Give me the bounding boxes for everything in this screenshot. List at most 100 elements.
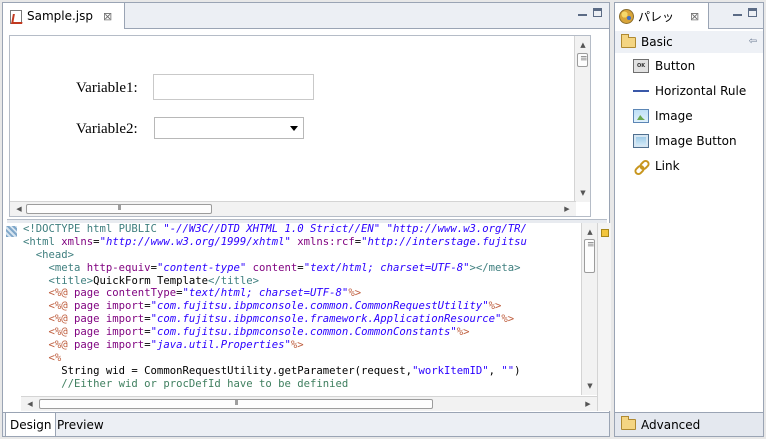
source-token: <% [23, 351, 62, 364]
drawer-basic[interactable]: Basic ⇦ [615, 31, 763, 53]
scroll-up-icon[interactable]: ▲ [583, 225, 597, 239]
palette-tab-bar: パレッ ⊠ [615, 3, 763, 29]
source-line[interactable]: <html xmlns="http://www.w3.org/1999/xhtm… [23, 236, 581, 249]
source-line[interactable]: String wid = CommonRequestUtility.getPar… [23, 365, 581, 378]
source-token: "text/html; charset=UTF-8" [182, 287, 349, 300]
source-token: <%@ [23, 313, 75, 326]
source-line[interactable]: <title>QuickForm Template</title> [23, 275, 581, 288]
source-token: "workItemID" [412, 364, 489, 377]
source-token: "content-type" [156, 261, 247, 274]
source-line[interactable]: <% [23, 352, 581, 365]
source-token: "http://www.w3.org/TR/ [386, 223, 527, 235]
source-token: "http://interstage.fujitsu [361, 235, 527, 248]
tab-preview[interactable]: Preview [53, 413, 108, 436]
palette-item-label: Image Button [655, 134, 737, 148]
tab-palette[interactable]: パレッ ⊠ [615, 3, 709, 29]
design-view[interactable]: Variable1: Variable2: ▲ ▼ ◀ ▶ [9, 35, 591, 217]
maximize-icon[interactable] [747, 7, 758, 18]
palette-item-label: Horizontal Rule [655, 84, 747, 98]
source-line[interactable]: <%@ page import="com.fujitsu.ibpmconsole… [23, 313, 581, 326]
scroll-right-icon[interactable]: ▶ [560, 202, 574, 216]
source-vscroll-thumb[interactable] [584, 239, 595, 273]
tab-label: Sample.jsp [27, 9, 94, 23]
source-token: "-//W3C//DTD XHTML 1.0 Strict//EN" [163, 223, 381, 235]
variable1-input[interactable] [153, 74, 314, 100]
tab-sample-jsp[interactable]: Sample.jsp ⊠ [3, 3, 125, 29]
source-line[interactable]: <!DOCTYPE html PUBLIC "-//W3C//DTD XHTML… [23, 223, 581, 236]
source-token: <title> [23, 274, 94, 287]
palette-item-image[interactable]: Image [633, 106, 693, 126]
quick-diff-marker-icon [6, 226, 17, 237]
source-line[interactable]: <%@ page import="java.util.Properties"%> [23, 339, 581, 352]
jsp-file-icon [8, 9, 23, 24]
minimize-icon[interactable] [732, 7, 743, 18]
maximize-icon[interactable] [592, 7, 603, 18]
editor-panel: Sample.jsp ⊠ Variable1: Variable2: ▲ ▼ ◀… [2, 2, 611, 437]
source-token: import [105, 300, 145, 313]
design-horizontal-scrollbar[interactable]: ◀ ▶ [10, 201, 576, 216]
palette-item-horizontal-rule[interactable]: Horizontal Rule [633, 81, 746, 101]
source-token: <!DOCTYPE html PUBLIC [23, 223, 164, 235]
source-line[interactable]: <meta http-equiv="content-type" content=… [23, 262, 581, 275]
palette-item-image-button[interactable]: Image Button [633, 131, 737, 151]
source-token: import [105, 313, 145, 326]
close-icon[interactable]: ⊠ [103, 11, 112, 22]
source-token: "java.util.Properties" [150, 339, 291, 352]
warning-marker-icon[interactable] [601, 229, 609, 237]
source-line[interactable]: <head> [23, 249, 581, 262]
image-button-icon [633, 134, 649, 148]
variable1-label: Variable1: [76, 80, 138, 96]
source-token: String wid = CommonRequestUtility.getPar… [23, 364, 413, 377]
scroll-left-icon[interactable]: ◀ [12, 202, 26, 216]
source-hscroll-thumb[interactable] [39, 399, 433, 409]
scroll-down-icon[interactable]: ▼ [583, 379, 597, 393]
source-token: %> [348, 287, 362, 300]
source-token: http-equiv [86, 261, 151, 274]
palette-item-label: Button [655, 59, 696, 73]
design-vertical-scrollbar[interactable]: ▲ ▼ [574, 36, 590, 202]
editor-tab-bar: Sample.jsp ⊠ [3, 3, 609, 29]
design-hscroll-thumb[interactable] [26, 204, 212, 214]
source-line[interactable]: //Either wid or procDefId have to be def… [23, 378, 581, 391]
source-token: page [74, 339, 106, 352]
source-token: %> [488, 300, 502, 313]
palette-item-label: Link [655, 159, 680, 173]
scroll-down-icon[interactable]: ▼ [576, 186, 590, 200]
source-token: //Either wid or procDefId have to be def… [23, 377, 349, 390]
source-token: xmlns [61, 235, 94, 248]
variable2-select[interactable] [154, 117, 304, 139]
source-line[interactable]: <%@ page import="com.fujitsu.ibpmconsole… [23, 300, 581, 313]
drawer-advanced[interactable]: Advanced [615, 412, 763, 436]
source-horizontal-scrollbar[interactable]: ◀ ▶ [21, 396, 597, 411]
source-code[interactable]: <!DOCTYPE html PUBLIC "-//W3C//DTD XHTML… [23, 223, 581, 391]
source-token: <%@ [23, 300, 75, 313]
source-token: <head> [23, 248, 75, 261]
tab-design[interactable]: Design [5, 413, 57, 436]
palette-tab-label: パレッ [638, 9, 675, 24]
palette-item-label: Image [655, 109, 693, 123]
source-gutter [3, 223, 21, 411]
source-token: ) [514, 364, 521, 377]
source-view[interactable]: <!DOCTYPE html PUBLIC "-//W3C//DTD XHTML… [3, 223, 597, 411]
source-token: "" [501, 364, 515, 377]
dropdown-arrow-icon[interactable] [290, 126, 298, 131]
close-icon[interactable]: ⊠ [690, 11, 699, 22]
palette-panel: パレッ ⊠ Basic ⇦ OK Button Horizontal Rule … [614, 2, 764, 437]
source-token: import [105, 326, 145, 339]
scroll-right-icon[interactable]: ▶ [581, 397, 595, 411]
source-line[interactable]: <%@ page contentType="text/html; charset… [23, 287, 581, 300]
variable2-label: Variable2: [76, 121, 138, 137]
design-vscroll-thumb[interactable] [577, 53, 588, 67]
collapse-arrow-icon[interactable]: ⇦ [749, 36, 757, 47]
palette-item-link[interactable]: Link [633, 156, 680, 176]
scroll-left-icon[interactable]: ◀ [23, 397, 37, 411]
link-icon [633, 159, 649, 173]
overview-ruler[interactable] [597, 223, 611, 411]
scroll-up-icon[interactable]: ▲ [576, 38, 590, 52]
minimize-icon[interactable] [577, 7, 588, 18]
source-vertical-scrollbar[interactable]: ▲ ▼ [581, 223, 597, 395]
source-token: QuickForm Template [93, 274, 208, 287]
source-line[interactable]: <%@ page import="com.fujitsu.ibpmconsole… [23, 326, 581, 339]
palette-item-button[interactable]: OK Button [633, 56, 695, 76]
horizontal-rule-icon [633, 84, 649, 98]
